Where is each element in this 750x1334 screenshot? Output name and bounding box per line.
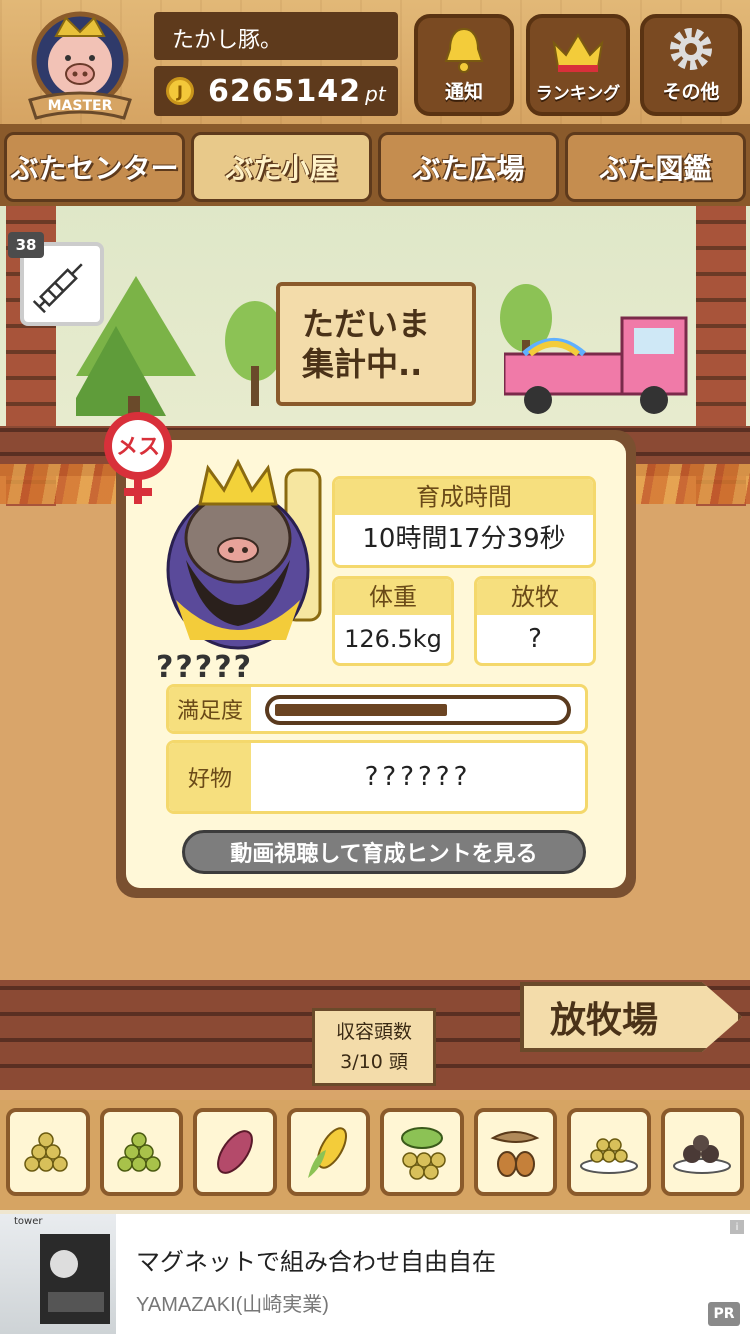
- food-corn-button[interactable]: [286, 1108, 370, 1196]
- weight-box: 体重 126.5kg: [332, 576, 454, 666]
- coin-icon: J: [166, 77, 194, 105]
- ad-image[interactable]: tower: [0, 1214, 116, 1334]
- sweet-potato-icon: [216, 1130, 253, 1174]
- raise-time-label: 育成時間: [335, 479, 593, 515]
- tab-buta-hut[interactable]: ぶた小屋: [191, 132, 372, 202]
- favorite-food-row: 好物 ??????: [166, 740, 588, 814]
- crown-icon: [552, 33, 604, 72]
- food-acorn-button[interactable]: [473, 1108, 557, 1196]
- food-grain-plate-button[interactable]: [567, 1108, 651, 1196]
- bell-icon: [444, 27, 484, 73]
- corn-icon: [308, 1127, 348, 1178]
- satisfaction-gauge: [265, 695, 571, 725]
- food-bar: [0, 1100, 750, 1210]
- notifications-button[interactable]: 通知: [414, 14, 514, 116]
- gear-icon: [670, 28, 712, 70]
- raise-time-value: 10時間17分39秒: [362, 524, 566, 554]
- tab-buta-center[interactable]: ぶたセンター: [4, 132, 185, 202]
- watch-video-hint-button[interactable]: 動画視聴して育成ヒントを見る: [182, 830, 586, 874]
- food-peas-button[interactable]: [99, 1108, 183, 1196]
- other-label: その他: [662, 81, 720, 103]
- satisfaction-label: 満足度: [169, 687, 251, 731]
- notifications-label: 通知: [444, 81, 483, 103]
- grapes-icon: [400, 1127, 446, 1180]
- tab-buta-encyclopedia[interactable]: ぶた図鑑: [565, 132, 746, 202]
- truffle-icon: [673, 1135, 732, 1174]
- food-sweet-potato-button[interactable]: [193, 1108, 277, 1196]
- points-unit: pt: [365, 82, 386, 106]
- top-bar: MASTER たかし豚。 J 6265142 pt 通知 ランキング その他: [0, 0, 750, 128]
- satisfaction-row: 満足度: [166, 684, 588, 734]
- ad-advertiser[interactable]: YAMAZAKI(山崎実業): [136, 1288, 329, 1317]
- peas-icon: [117, 1132, 161, 1172]
- satisfaction-gauge-fill: [275, 704, 447, 716]
- truck-icon[interactable]: [504, 308, 694, 418]
- kitchen-rack-image: [40, 1234, 110, 1324]
- grazing-box: 放牧 ?: [474, 576, 596, 666]
- ranking-label: ランキング: [535, 84, 621, 104]
- food-truffle-button[interactable]: [660, 1108, 744, 1196]
- pig-info-panel: ????? 育成時間 10時間17分39秒 体重 126.5kg 放牧 ? 満足…: [116, 430, 636, 898]
- capacity-value: 3/10 頭: [340, 1051, 408, 1073]
- favorite-value: ??????: [364, 762, 472, 792]
- rank-badge-text: MASTER: [48, 98, 113, 114]
- capacity-label: 収容頭数: [335, 1021, 412, 1043]
- pig-name: ?????: [156, 650, 254, 685]
- pasture-sign-button[interactable]: 放牧場: [520, 982, 742, 1052]
- grain-plate-icon: [579, 1138, 638, 1174]
- points-display: J 6265142 pt: [154, 66, 398, 116]
- main-tabs: ぶたセンター ぶた小屋 ぶた広場 ぶた図鑑: [0, 128, 750, 206]
- food-soybeans-button[interactable]: [6, 1108, 90, 1196]
- weight-value: 126.5kg: [344, 625, 442, 653]
- tally-signboard: ただいま 集計中..: [276, 282, 476, 406]
- sign-line-2: 集計中..: [302, 345, 423, 383]
- user-name: たかし豚。: [154, 12, 398, 60]
- sign-line-1: ただいま: [302, 305, 431, 343]
- capacity-sign: 収容頭数 3/10 頭: [312, 1008, 436, 1086]
- ad-image-text: tower: [14, 1216, 43, 1227]
- acorn-icon: [490, 1131, 540, 1177]
- weight-label: 体重: [335, 579, 451, 615]
- food-grapes-button[interactable]: [380, 1108, 464, 1196]
- points-value: 6265142: [208, 73, 362, 109]
- grazing-value: ?: [528, 624, 542, 654]
- tab-buta-plaza[interactable]: ぶた広場: [378, 132, 559, 202]
- pig-info-panel-inner: ????? 育成時間 10時間17分39秒 体重 126.5kg 放牧 ? 満足…: [126, 440, 626, 888]
- soybeans-icon: [24, 1132, 68, 1172]
- ad-title[interactable]: マグネットで組み合わせ自由自在: [136, 1242, 496, 1277]
- ad-info-icon[interactable]: i: [730, 1220, 744, 1234]
- king-pig-portrait: [166, 458, 322, 650]
- item-count-badge: 38: [8, 232, 44, 258]
- ranking-button[interactable]: ランキング: [526, 14, 630, 116]
- other-button[interactable]: その他: [640, 14, 742, 116]
- grazing-label: 放牧: [477, 579, 593, 615]
- gender-label: メス: [116, 435, 160, 460]
- raise-time-box: 育成時間 10時間17分39秒: [332, 476, 596, 568]
- favorite-label: 好物: [169, 743, 251, 811]
- female-gender-icon: メス: [104, 412, 172, 504]
- ad-banner[interactable]: tower マグネットで組み合わせ自由自在 YAMAZAKI(山崎実業) i P…: [0, 1214, 750, 1334]
- master-avatar-icon[interactable]: MASTER: [16, 10, 144, 122]
- ad-pr-badge: PR: [708, 1302, 740, 1326]
